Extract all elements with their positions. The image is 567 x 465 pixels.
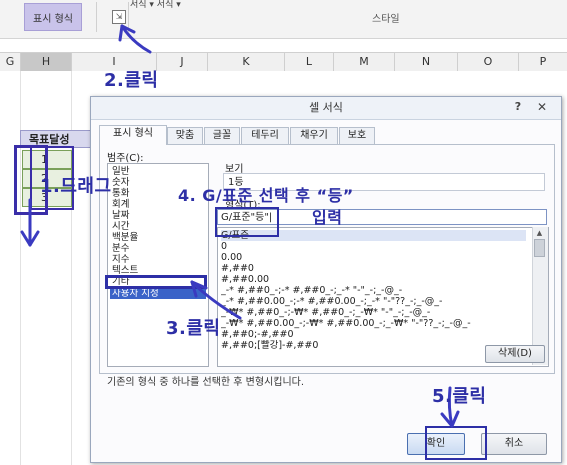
annotation-click3: 3.클릭: [166, 318, 221, 339]
annotation-gformat: 4. G/표준 선택 후 “등”: [178, 186, 354, 205]
annotation-input: 입력: [312, 208, 343, 227]
tab-number[interactable]: 표시 형식: [99, 125, 167, 145]
annotation-click2: 2.클릭: [104, 70, 159, 91]
annotation-click5: 5.클릭: [432, 386, 487, 407]
arrow-to-launcher: [120, 24, 152, 54]
annotation-drag: 1.드래그: [40, 176, 112, 197]
arrow-to-custom: [190, 280, 242, 320]
